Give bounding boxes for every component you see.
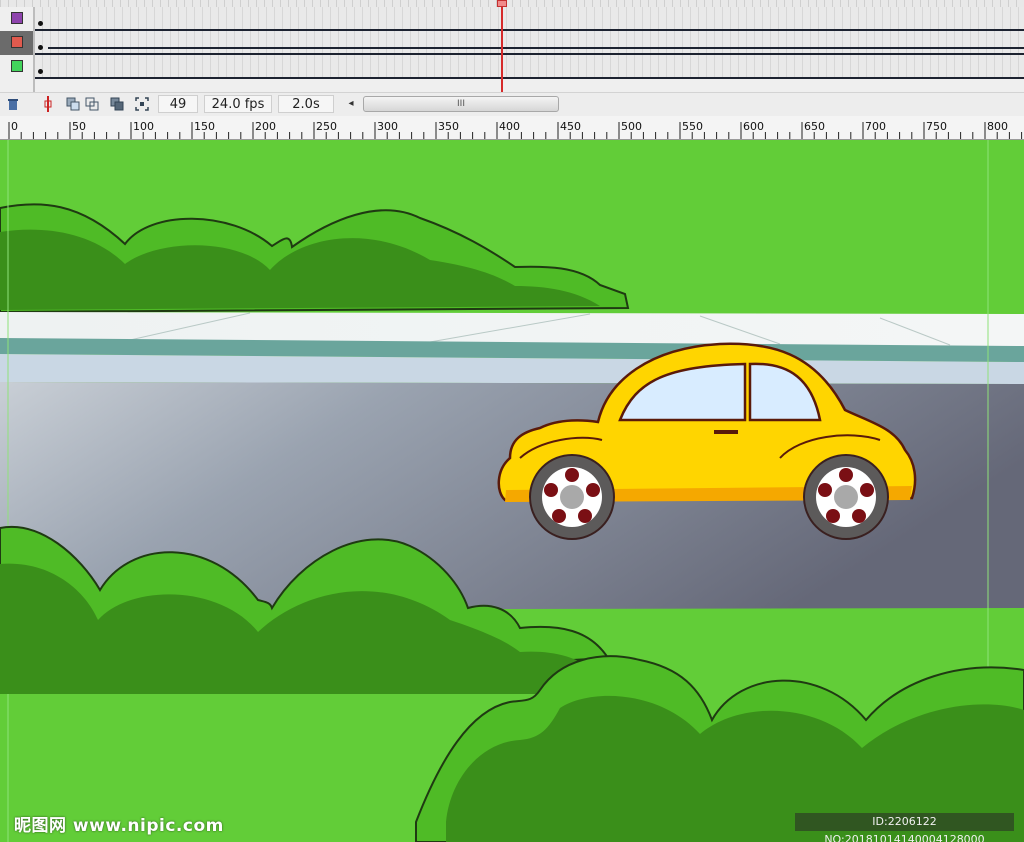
horizontal-scrollbar-thumb[interactable]: III — [363, 96, 559, 112]
timeline-panel: 49 24.0 fps 2.0s ◂ III — [0, 0, 1024, 116]
ruler-tick-label: 550 — [682, 120, 703, 133]
ruler-tick-label: 250 — [316, 120, 337, 133]
ruler-tick-label: 450 — [560, 120, 581, 133]
current-frame-field[interactable]: 49 — [158, 95, 198, 113]
ruler-tick-label: 400 — [499, 120, 520, 133]
playhead-handle[interactable] — [497, 0, 507, 7]
rear-wheel — [803, 454, 889, 540]
timeline-status-bar: 49 24.0 fps 2.0s ◂ III — [0, 92, 1024, 116]
elapsed-time-field: 2.0s — [278, 95, 334, 113]
ruler-tick-label: 150 — [194, 120, 215, 133]
frame-span-line — [35, 77, 1024, 79]
layer-frames[interactable] — [35, 55, 1024, 79]
horizontal-ruler: 0 50 100 150 200 250 300 350 400 450 500 550 600 650 7… — [0, 116, 1024, 140]
layer-color-swatch[interactable] — [11, 60, 23, 72]
onion-skin-icon[interactable] — [65, 96, 81, 112]
ruler-tick-label: 600 — [743, 120, 764, 133]
center-frame-icon[interactable] — [40, 96, 56, 112]
keyframe-marker[interactable] — [38, 21, 43, 26]
layer-frames[interactable] — [35, 7, 1024, 31]
ruler-tick-label: 500 — [621, 120, 642, 133]
ruler-tick-label: 0 — [11, 120, 18, 133]
animation-editor: 49 24.0 fps 2.0s ◂ III 0 50 100 150 200 250 30… — [0, 0, 1024, 842]
ruler-tick-label: 700 — [865, 120, 886, 133]
layer-row[interactable] — [0, 55, 1024, 79]
ruler-tick-label: 750 — [926, 120, 947, 133]
ruler-tick-label: 200 — [255, 120, 276, 133]
keyframe-marker[interactable] — [38, 45, 43, 50]
scroll-left-arrow-icon[interactable]: ◂ — [344, 97, 358, 111]
motion-tween-arrow — [48, 47, 1024, 49]
playhead[interactable] — [501, 0, 503, 92]
image-id-watermark: ID:2206122 NO:20181014140004128000 — [795, 813, 1014, 842]
stage-artwork — [0, 140, 1024, 842]
front-wheel — [529, 454, 615, 540]
layer-row[interactable] — [0, 7, 1024, 31]
ruler-tick-label: 50 — [72, 120, 86, 133]
timeline-header[interactable] — [0, 0, 1024, 7]
onion-skin-outlines-icon[interactable] — [84, 96, 100, 112]
trash-icon[interactable] — [5, 96, 21, 112]
layer-color-swatch[interactable] — [11, 12, 23, 24]
site-watermark: 昵图网 www.nipic.com — [14, 816, 224, 836]
frame-rate-field[interactable]: 24.0 fps — [204, 95, 272, 113]
layer-frames[interactable] — [35, 31, 1024, 55]
ruler-tick-label: 350 — [438, 120, 459, 133]
layer-color-swatch[interactable] — [11, 36, 23, 48]
ruler-tick-label: 300 — [377, 120, 398, 133]
stage-canvas[interactable] — [0, 140, 1024, 842]
onion-markers-icon[interactable] — [134, 96, 150, 112]
edit-multiple-frames-icon[interactable] — [109, 96, 125, 112]
keyframe-marker[interactable] — [38, 69, 43, 74]
ruler-tick-label: 800 — [987, 120, 1008, 133]
layer-row-selected[interactable] — [0, 31, 1024, 55]
ruler-tick-label: 100 — [133, 120, 154, 133]
ruler-tick-label: 650 — [804, 120, 825, 133]
